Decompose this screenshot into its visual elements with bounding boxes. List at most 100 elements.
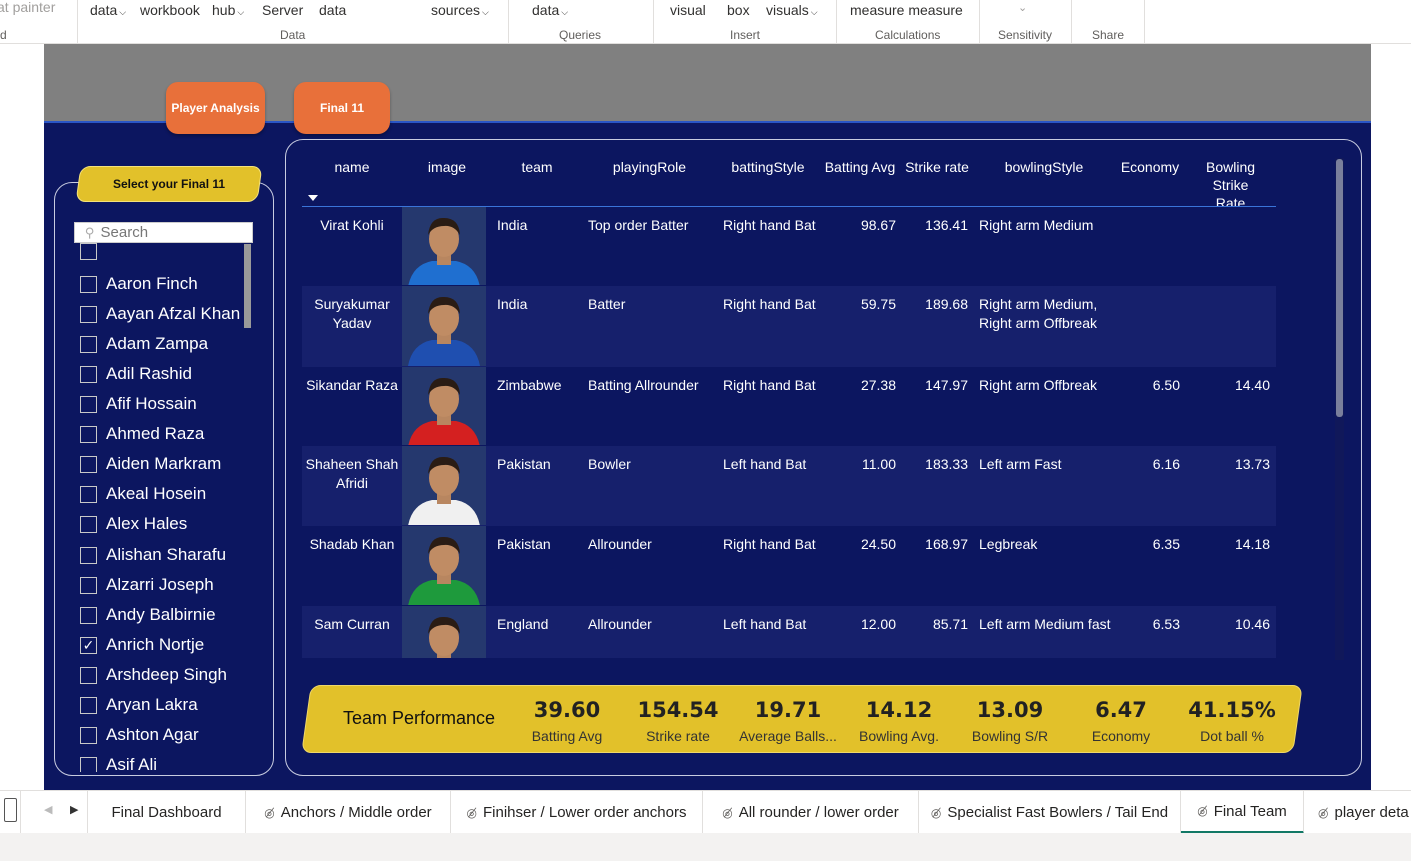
table-row[interactable]: Shaheen Shah Afridi Pakistan Bowler Left ha… bbox=[302, 446, 1276, 526]
workbook-button[interactable]: workbook bbox=[140, 2, 200, 18]
checkbox[interactable] bbox=[80, 576, 97, 594]
checkbox[interactable] bbox=[80, 455, 97, 473]
slicer-item[interactable]: Alex Hales bbox=[80, 509, 187, 539]
sort-desc-icon[interactable] bbox=[308, 195, 318, 201]
cell-bsr: 14.18 bbox=[1234, 536, 1270, 552]
page-tab[interactable]: ◎̸ Specialist Fast Bowlers / Tail End bbox=[919, 791, 1181, 834]
sensitivity-dropdown[interactable]: ⌄ bbox=[1018, 1, 1027, 14]
slicer-item[interactable]: ✓ Anrich Nortje bbox=[80, 630, 204, 660]
col-header-batting-style[interactable]: battingStyle bbox=[717, 158, 819, 176]
checkbox[interactable] bbox=[80, 275, 97, 293]
checkbox[interactable] bbox=[80, 696, 97, 714]
slicer-item[interactable]: Ahmed Raza bbox=[80, 419, 204, 449]
sql-server-button[interactable]: Server bbox=[262, 2, 303, 18]
slicer-scrollbar[interactable] bbox=[244, 244, 251, 328]
col-header-playing-role[interactable]: playingRole bbox=[582, 158, 717, 176]
page-tab[interactable]: ◎̸ Finihser / Lower order anchors bbox=[451, 791, 703, 834]
phone-icon[interactable] bbox=[4, 798, 17, 822]
checkbox[interactable] bbox=[80, 726, 97, 744]
checkbox[interactable]: ✓ bbox=[80, 636, 97, 654]
slicer-item[interactable]: Ashton Agar bbox=[80, 720, 199, 750]
slicer-item[interactable]: Akeal Hosein bbox=[80, 479, 206, 509]
checkbox[interactable] bbox=[80, 485, 97, 503]
slicer-item[interactable]: Afif Hossain bbox=[80, 389, 197, 419]
table-row[interactable]: Suryakumar Yadav India Batter Right hand Ba… bbox=[302, 286, 1276, 367]
measure-buttons[interactable]: measure measure bbox=[850, 2, 963, 18]
checkbox[interactable] bbox=[80, 425, 97, 443]
checkbox[interactable] bbox=[80, 305, 97, 323]
chevron-left-icon[interactable]: ◀ bbox=[44, 803, 52, 816]
slicer-title: Select your Final 11 bbox=[75, 166, 263, 202]
separator bbox=[653, 0, 654, 44]
transform-data-button[interactable]: data ⌵ bbox=[532, 2, 568, 18]
col-header-batting-avg[interactable]: Batting Avg bbox=[819, 158, 901, 176]
slicer-item-label: Aiden Markram bbox=[106, 454, 222, 473]
slicer-list: Aaron Finch Aayan Afzal Khan Adam Zampa Adi… bbox=[80, 242, 250, 772]
slicer-item[interactable]: Aayan Afzal Khan bbox=[80, 299, 240, 329]
more-visuals-button[interactable]: visuals ⌵ bbox=[766, 2, 818, 18]
final-11-button[interactable]: Final 11 bbox=[294, 82, 390, 134]
share-group-label[interactable]: Share bbox=[1092, 28, 1124, 42]
format-painter-label[interactable]: at painter bbox=[0, 0, 55, 15]
checkbox[interactable] bbox=[80, 515, 97, 533]
checkbox[interactable] bbox=[80, 756, 97, 772]
table-row[interactable]: Sikandar Raza Zimbabwe Batting Allrounder R… bbox=[302, 367, 1276, 446]
checkbox[interactable] bbox=[80, 606, 97, 624]
slicer-item[interactable]: Adam Zampa bbox=[80, 329, 208, 359]
slicer-item[interactable] bbox=[80, 242, 106, 266]
col-header-strike-rate[interactable]: Strike rate bbox=[901, 158, 973, 176]
cell-name: Sam Curran bbox=[314, 616, 390, 632]
separator bbox=[77, 0, 78, 44]
slicer-item[interactable]: Adil Rashid bbox=[80, 359, 192, 389]
get-data-button[interactable]: data ⌵ bbox=[90, 2, 126, 18]
page-tab[interactable]: ◎̸ Anchors / Middle order bbox=[246, 791, 451, 834]
player-analysis-button[interactable]: Player Analysis bbox=[166, 82, 265, 134]
text-box-button[interactable]: box bbox=[727, 2, 750, 18]
new-visual-button[interactable]: visual bbox=[670, 2, 706, 18]
col-header-image[interactable]: image bbox=[402, 158, 492, 176]
col-header-bowling-strike-rate[interactable]: Bowling Strike Rate bbox=[1185, 158, 1276, 212]
page-tab-label: All rounder / lower order bbox=[738, 804, 899, 821]
checkbox[interactable] bbox=[80, 242, 97, 260]
col-header-economy[interactable]: Economy bbox=[1115, 158, 1185, 176]
col-header-name[interactable]: name bbox=[302, 158, 402, 176]
page-tab[interactable]: ◎̸ All rounder / lower order bbox=[703, 791, 919, 834]
slicer-item[interactable]: Arshdeep Singh bbox=[80, 660, 227, 690]
checkbox[interactable] bbox=[80, 546, 97, 564]
slicer-item[interactable]: Aiden Markram bbox=[80, 449, 221, 479]
slicer-search-input[interactable]: ⚲ Search bbox=[74, 222, 253, 243]
table-row[interactable]: Sam Curran England Allrounder Left hand Bat… bbox=[302, 606, 1276, 658]
table-row[interactable]: Virat Kohli India Top order Batter Right ha… bbox=[302, 207, 1276, 286]
table-scrollbar[interactable] bbox=[1336, 159, 1343, 417]
checkbox[interactable] bbox=[80, 395, 97, 413]
table-row[interactable]: Shadab Khan Pakistan Allrounder Right hand … bbox=[302, 526, 1276, 606]
eye-slash-icon: ◎̸ bbox=[722, 805, 733, 820]
cell-role: Batter bbox=[588, 296, 626, 312]
checkbox[interactable] bbox=[80, 666, 97, 684]
slicer-item[interactable]: Andy Balbirnie bbox=[80, 600, 216, 630]
slicer-item[interactable]: Asif Ali bbox=[80, 750, 157, 772]
cell-bat: Right hand Bat bbox=[723, 217, 816, 233]
cell-name: Sikandar Raza bbox=[306, 377, 398, 393]
slicer-item[interactable]: Alishan Sharafu bbox=[80, 540, 226, 570]
slicer-item[interactable]: Aaron Finch bbox=[80, 269, 198, 299]
page-tab[interactable]: Final Dashboard bbox=[88, 791, 246, 834]
col-header-team[interactable]: team bbox=[492, 158, 582, 176]
checkbox[interactable] bbox=[80, 365, 97, 383]
slicer-item-label: Alzarri Joseph bbox=[106, 575, 214, 594]
eye-slash-icon: ◎̸ bbox=[1197, 804, 1208, 818]
page-tab-bar: ◀ ▶ Final Dashboard ◎̸ Anchors / Middle or… bbox=[0, 790, 1411, 834]
chevron-right-icon[interactable]: ▶ bbox=[70, 803, 78, 816]
page-tab-label: Final Dashboard bbox=[111, 804, 222, 821]
enter-data-button[interactable]: data bbox=[319, 2, 346, 18]
page-tab[interactable]: ◎̸ Final Team bbox=[1181, 791, 1304, 834]
kpi-label: Average Balls... bbox=[739, 728, 837, 744]
slicer-item[interactable]: Alzarri Joseph bbox=[80, 570, 214, 600]
data-hub-button[interactable]: hub ⌵ bbox=[212, 2, 244, 18]
page-tab[interactable]: ◎̸ player deta bbox=[1304, 791, 1411, 834]
calculations-group-label: Calculations bbox=[875, 28, 941, 42]
recent-sources-button[interactable]: sources ⌵ bbox=[431, 2, 489, 18]
checkbox[interactable] bbox=[80, 335, 97, 353]
col-header-bowling-style[interactable]: bowlingStyle bbox=[973, 158, 1115, 176]
slicer-item[interactable]: Aryan Lakra bbox=[80, 690, 198, 720]
